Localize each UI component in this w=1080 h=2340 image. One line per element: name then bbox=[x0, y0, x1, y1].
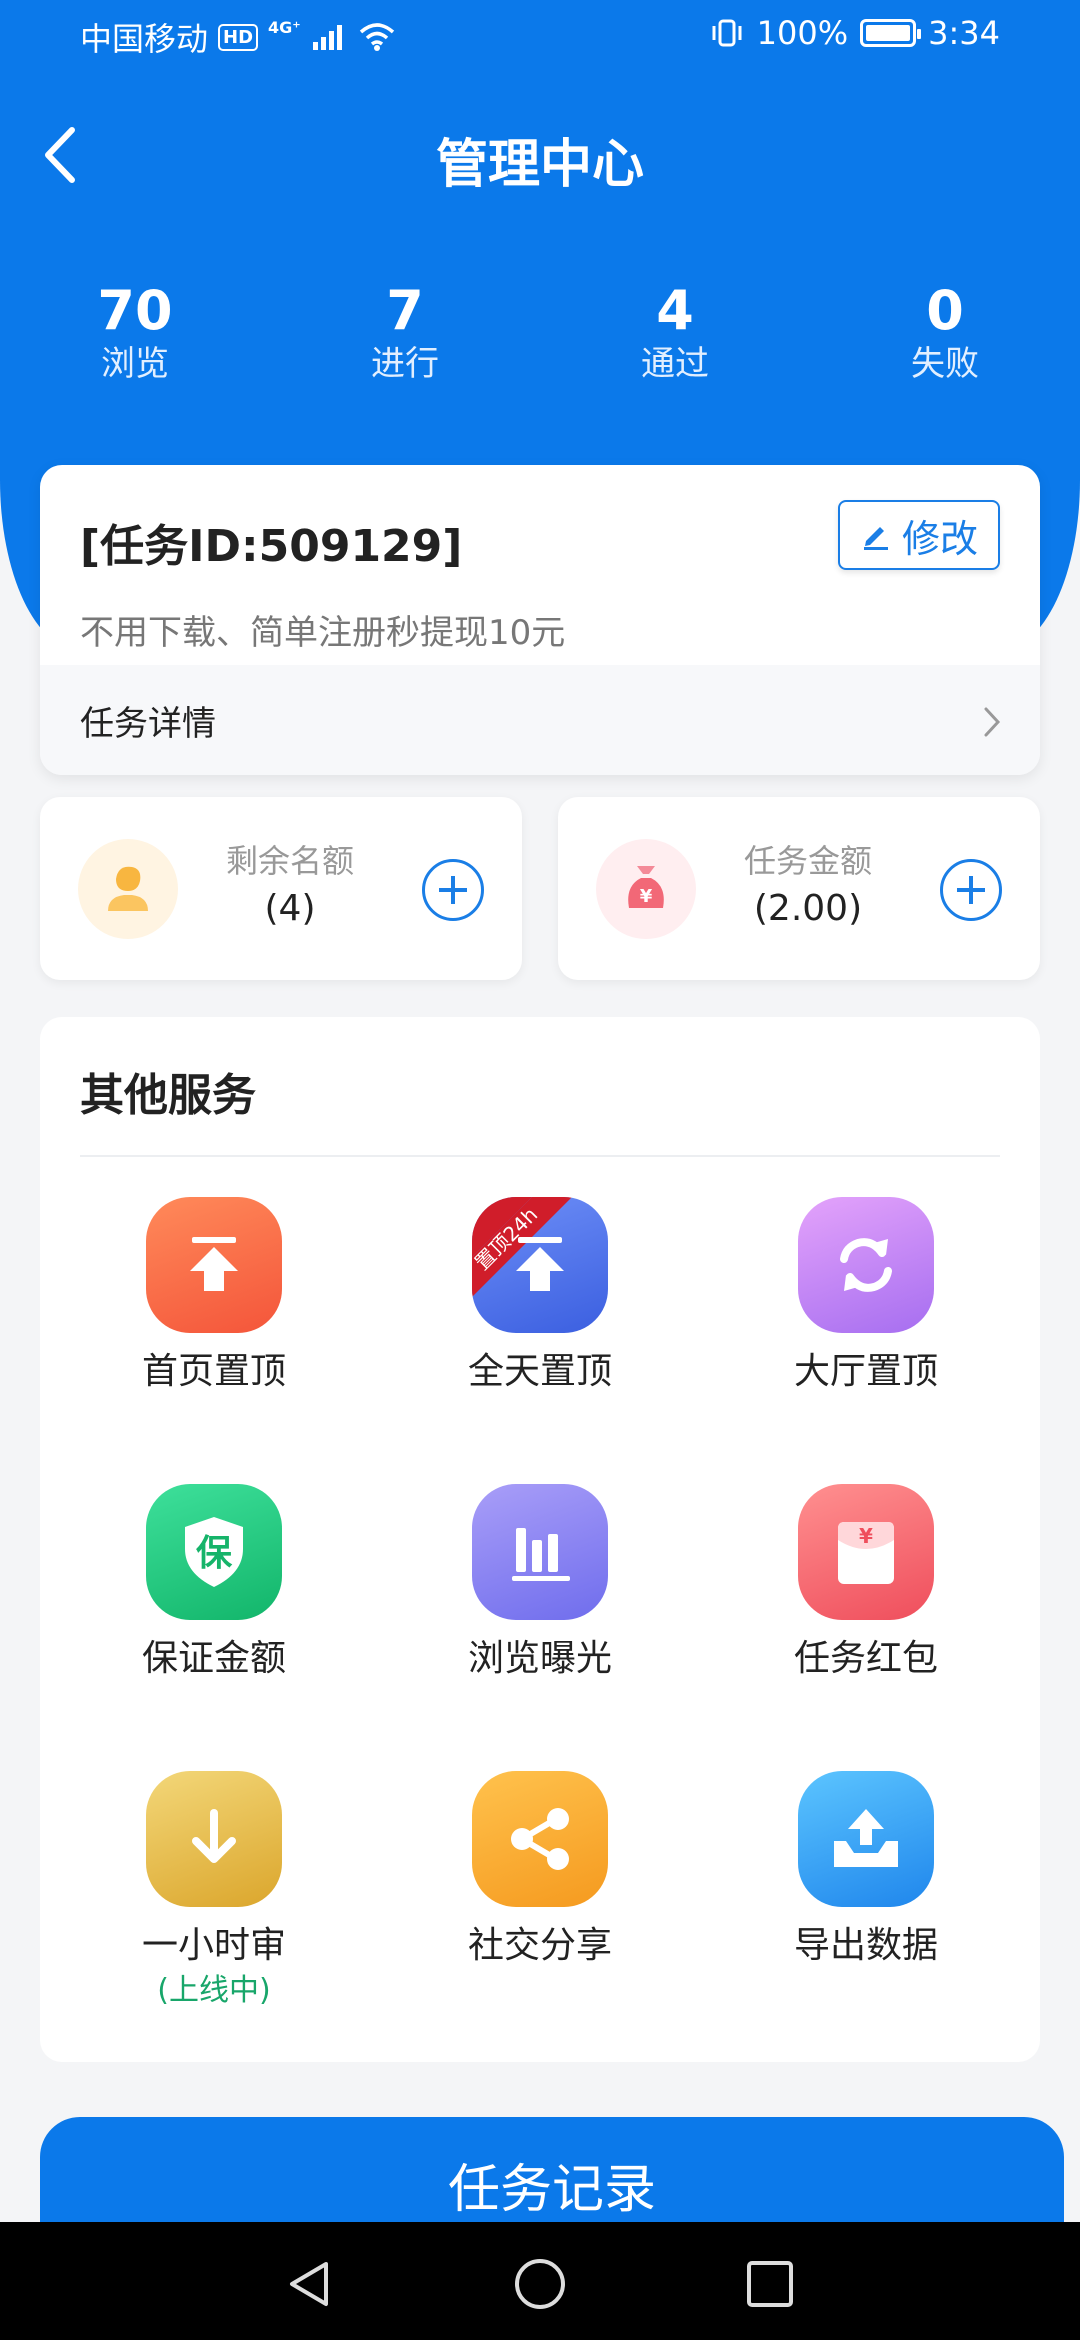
service-deposit[interactable]: 保 保证金额 bbox=[64, 1484, 364, 1684]
add-quota-button[interactable] bbox=[422, 859, 484, 921]
stat-label: 浏览 bbox=[101, 344, 169, 384]
task-amount-text: 任务金额 (2.00) bbox=[708, 839, 908, 935]
pencil-icon bbox=[863, 527, 888, 550]
stat-value: 7 bbox=[386, 279, 424, 342]
task-description: 不用下载、简单注册秒提现10元 bbox=[80, 613, 566, 653]
stat-label: 通过 bbox=[641, 344, 709, 384]
other-services-card: 其他服务 首页置顶 置顶24h 全天置顶 大厅置顶 保 保证金额 浏览曝光 ¥ … bbox=[40, 1017, 1040, 2062]
edit-button-label: 修改 bbox=[901, 516, 978, 561]
home-circle-icon[interactable] bbox=[512, 2256, 568, 2312]
bar-chart-icon bbox=[472, 1484, 608, 1620]
service-export-data[interactable]: 导出数据 bbox=[716, 1771, 1016, 1971]
task-amount-card: ¥ 任务金额 (2.00) bbox=[558, 797, 1040, 980]
stat-failed: 0 失败 bbox=[845, 280, 1045, 386]
task-detail-label: 任务详情 bbox=[80, 703, 216, 744]
signal-icon bbox=[312, 25, 342, 50]
task-id: [任务ID:509129] bbox=[80, 521, 463, 572]
remaining-quota-label: 剩余名额 bbox=[225, 842, 354, 880]
service-hall-top[interactable]: 大厅置顶 bbox=[716, 1197, 1016, 1397]
service-allday-top[interactable]: 置顶24h 全天置顶 bbox=[390, 1197, 690, 1397]
service-social-share[interactable]: 社交分享 bbox=[390, 1771, 690, 1971]
task-amount-value: (2.00) bbox=[753, 888, 863, 929]
chevron-right-icon bbox=[984, 707, 1001, 737]
task-amount-label: 任务金额 bbox=[743, 842, 872, 880]
task-card: [任务ID:509129] 修改 不用下载、简单注册秒提现10元 任务详情 bbox=[40, 465, 1040, 775]
battery-icon bbox=[860, 19, 922, 47]
battery-percent: 100% bbox=[756, 14, 849, 52]
vibrate-icon bbox=[712, 19, 742, 47]
service-label: 任务红包 bbox=[793, 1638, 938, 1679]
stat-value: 70 bbox=[97, 279, 173, 342]
service-one-hour-review[interactable]: 一小时审 (上线中) bbox=[64, 1771, 364, 2011]
recents-square-icon[interactable] bbox=[742, 2256, 798, 2312]
nav-bar: 管理中心 bbox=[0, 100, 1080, 210]
allday-top-icon: 置顶24h bbox=[472, 1197, 608, 1333]
remaining-quota-value: (4) bbox=[264, 888, 316, 929]
money-bag-icon: ¥ bbox=[596, 839, 696, 939]
back-triangle-icon[interactable] bbox=[282, 2256, 338, 2312]
remaining-quota-card: 剩余名额 (4) bbox=[40, 797, 522, 980]
user-icon bbox=[78, 839, 178, 939]
shield-glyph: 保 bbox=[195, 1533, 232, 1574]
service-label: 导出数据 bbox=[793, 1925, 938, 1966]
add-amount-button[interactable] bbox=[940, 859, 1002, 921]
service-red-envelope[interactable]: ¥ 任务红包 bbox=[716, 1484, 1016, 1684]
remaining-quota-text: 剩余名额 (4) bbox=[190, 839, 390, 935]
service-exposure[interactable]: 浏览曝光 bbox=[390, 1484, 690, 1684]
service-label: 全天置顶 bbox=[467, 1351, 612, 1392]
red-envelope-icon: ¥ bbox=[798, 1484, 934, 1620]
network-type: 4G⁺ bbox=[268, 17, 301, 37]
service-label: 一小时审 bbox=[141, 1925, 286, 1966]
edit-button[interactable]: 修改 bbox=[838, 500, 1000, 570]
hd-icon: HD bbox=[218, 23, 259, 51]
share-icon bbox=[472, 1771, 608, 1907]
home-top-icon bbox=[146, 1197, 282, 1333]
service-label: 社交分享 bbox=[467, 1925, 612, 1966]
stat-views: 70 浏览 bbox=[35, 280, 235, 386]
service-label: 大厅置顶 bbox=[793, 1351, 938, 1392]
shield-icon: 保 bbox=[146, 1484, 282, 1620]
wifi-icon bbox=[359, 23, 394, 51]
service-label: 保证金额 bbox=[141, 1638, 286, 1679]
stat-label: 失败 bbox=[911, 344, 979, 384]
divider bbox=[80, 1155, 1000, 1157]
download-icon bbox=[146, 1771, 282, 1907]
stats-row: 70 浏览 7 进行 4 通过 0 失败 bbox=[0, 280, 1080, 400]
service-status: (上线中) bbox=[157, 1973, 271, 2008]
envelope-glyph: ¥ bbox=[859, 1524, 873, 1548]
refresh-icon bbox=[798, 1197, 934, 1333]
status-bar: 中国移动 HD 4G⁺ 100% 3:34 bbox=[0, 0, 1080, 80]
service-home-top[interactable]: 首页置顶 bbox=[64, 1197, 364, 1397]
system-nav-bar bbox=[0, 2222, 1080, 2340]
stat-passed: 4 通过 bbox=[575, 280, 775, 386]
svg-text:¥: ¥ bbox=[640, 886, 653, 907]
service-label: 首页置顶 bbox=[141, 1351, 286, 1392]
clock: 3:34 bbox=[928, 14, 1000, 52]
section-title: 其他服务 bbox=[80, 1070, 256, 1121]
service-label: 浏览曝光 bbox=[467, 1638, 612, 1679]
carrier-name: 中国移动 bbox=[80, 20, 209, 58]
page-title: 管理中心 bbox=[435, 135, 644, 195]
task-detail-link[interactable]: 任务详情 bbox=[40, 665, 1040, 775]
stat-in-progress: 7 进行 bbox=[305, 280, 505, 386]
export-icon bbox=[798, 1771, 934, 1907]
stat-label: 进行 bbox=[371, 344, 439, 384]
stat-value: 4 bbox=[656, 279, 694, 342]
stat-value: 0 bbox=[926, 279, 964, 342]
